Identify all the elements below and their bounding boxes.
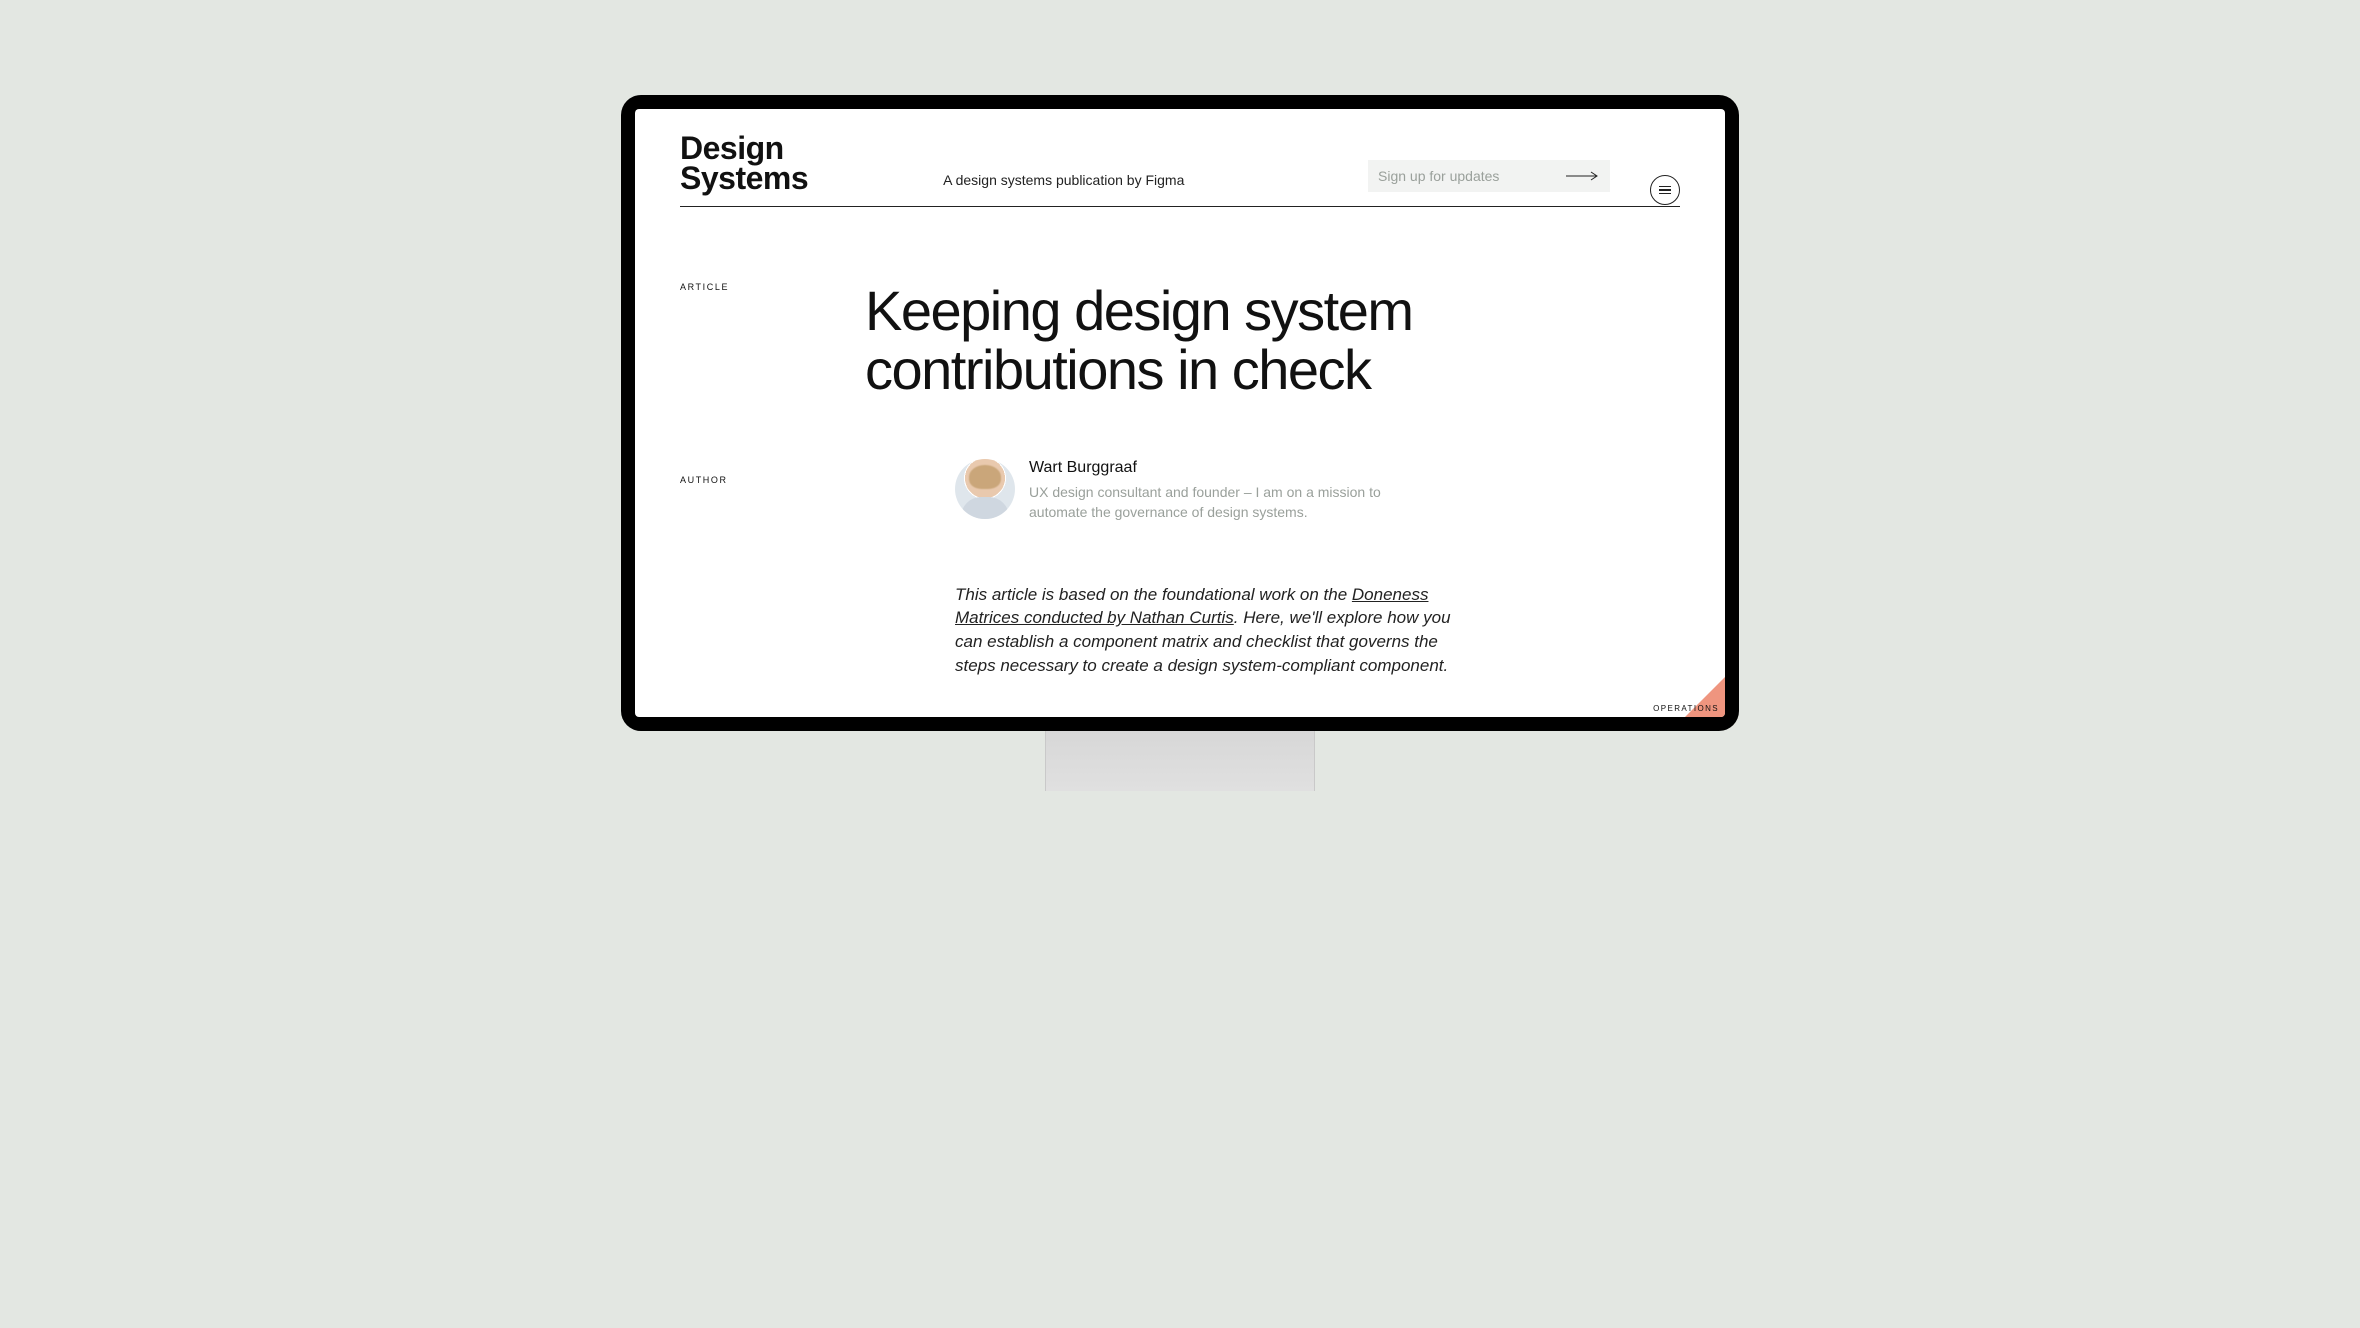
arrow-right-icon[interactable] [1566, 171, 1600, 181]
site-tagline: A design systems publication by Figma [808, 172, 1368, 194]
monitor-stand [1045, 731, 1315, 791]
signup-input[interactable] [1378, 168, 1566, 184]
side-labels: ARTICLE AUTHOR [680, 282, 865, 678]
menu-button[interactable] [1650, 175, 1680, 205]
author-text: Wart Burggraaf UX design consultant and … [1029, 459, 1439, 522]
author-name: Wart Burggraaf [1029, 459, 1439, 477]
monitor-bezel: Design Systems A design systems publicat… [621, 95, 1739, 731]
article-content: ARTICLE AUTHOR Keeping design system con… [680, 207, 1680, 678]
corner-tag[interactable]: OPERATIONS [1639, 663, 1725, 717]
monitor-mockup: Design Systems A design systems publicat… [621, 95, 1739, 791]
screen: Design Systems A design systems publicat… [635, 109, 1725, 717]
logo-line-2: Systems [680, 163, 808, 193]
corner-label: OPERATIONS [1653, 704, 1719, 713]
site-logo[interactable]: Design Systems [680, 133, 808, 194]
label-author: AUTHOR [680, 475, 865, 485]
signup-form[interactable] [1368, 160, 1610, 192]
intro-prefix: This article is based on the foundationa… [955, 585, 1352, 604]
article-main: Keeping design system contributions in c… [865, 282, 1680, 678]
author-avatar [955, 459, 1015, 519]
article-intro: This article is based on the foundationa… [955, 583, 1475, 678]
label-article: ARTICLE [680, 282, 865, 292]
article-title: Keeping design system contributions in c… [865, 282, 1530, 400]
site-header: Design Systems A design systems publicat… [680, 133, 1680, 207]
hamburger-icon [1659, 186, 1671, 195]
author-block: Wart Burggraaf UX design consultant and … [955, 459, 1530, 522]
logo-line-1: Design [680, 133, 808, 163]
author-bio: UX design consultant and founder – I am … [1029, 483, 1439, 522]
